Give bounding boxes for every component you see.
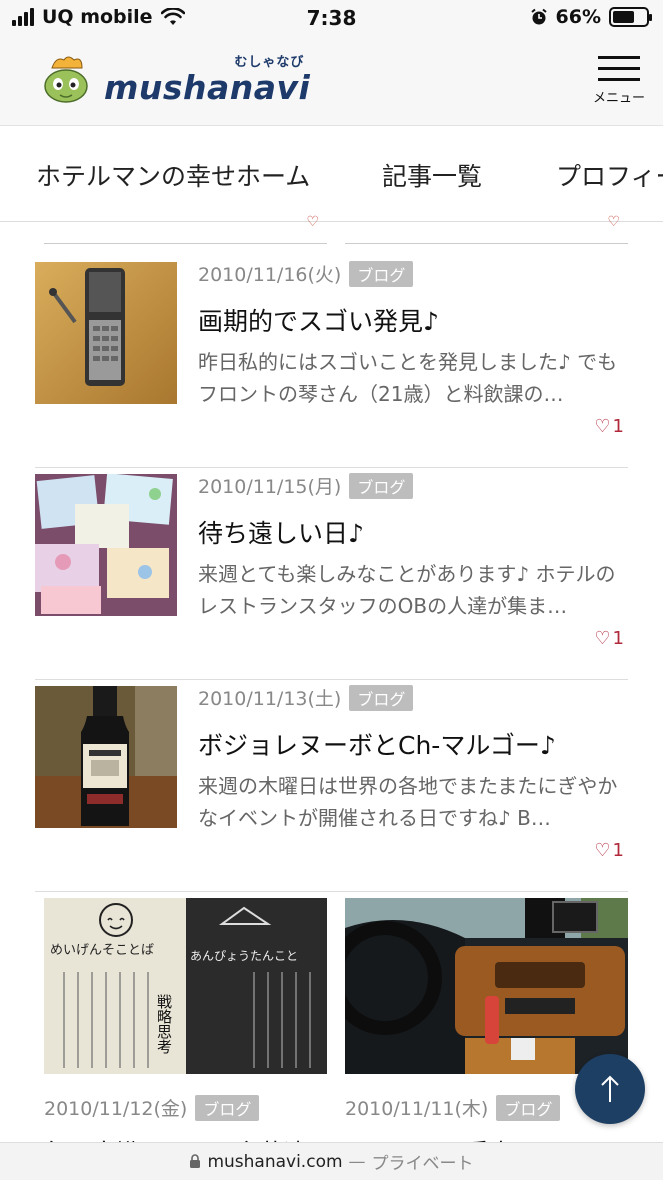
article-title[interactable]: 待ち遠しい日♪ [198,514,364,550]
category-nav: ホテルマンの幸せホーム 記事一覧 プロフィー [0,126,663,222]
article-date: 2010/11/13(土) [198,688,342,710]
partial-card-right: ♡ [345,214,628,244]
article-title[interactable]: ボジョレヌーボとCh-マルゴー♪ [198,726,556,762]
site-header: むしゃなび mushanavi メニュー [0,38,663,126]
category-tag[interactable]: ブログ [195,1094,260,1121]
partial-card-left: ♡ [44,214,327,244]
article-meta: 2010/11/13(土) ブログ [198,684,414,711]
article-excerpt: 来週とても楽しみなことがあります♪ ホテルのレストランスタッフのOBの人達が集ま… [198,562,616,618]
like-count[interactable]: ♡ 1 [594,840,624,861]
logo-ruby: むしゃなび [234,55,305,70]
like-count[interactable]: ♡ 1 [594,416,624,437]
category-tag[interactable]: ブログ [496,1094,561,1121]
like-count-value: 1 [612,840,624,861]
lock-icon [190,1154,201,1168]
article-thumbnail[interactable] [35,474,177,616]
arrow-up-icon [601,1075,619,1102]
nav-item-home[interactable]: ホテルマンの幸せホーム [36,157,310,193]
article-meta: 2010/11/15(月) ブログ [198,472,414,499]
hamburger-icon [587,56,651,81]
battery-fill [613,11,635,23]
site-logo[interactable]: むしゃなび mushanavi [42,54,310,104]
nav-item-profile[interactable]: プロフィー [556,157,663,193]
article-date: 2010/11/15(月) [198,476,342,498]
alarm-icon [530,8,547,25]
card-image-text-left: めいげんそことば [50,943,154,958]
logo-wordmark: むしゃなび mushanavi [104,55,310,104]
card-date: 2010/11/12(金) [44,1098,188,1120]
private-mode-label: プライベート [371,1154,474,1174]
browser-url-bar[interactable]: mushanavi.com — プライベート [0,1142,663,1180]
url-separator: — [348,1151,366,1172]
nav-item-articles[interactable]: 記事一覧 [382,157,482,193]
status-right: 66% [530,6,652,28]
category-tag[interactable]: ブログ [349,472,414,499]
like-count-value: 1 [612,416,624,437]
like-count[interactable]: ♡ 1 [594,628,624,649]
card-image-text-center: 戦略思考 [155,994,173,1054]
category-tag[interactable]: ブログ [349,260,414,287]
heart-icon: ♡ [594,840,611,861]
card-date: 2010/11/11(木) [345,1098,489,1120]
card-thumbnail[interactable]: めいげんそことば あんぴょうたんこと 戦略思考 [44,898,327,1074]
grid-card[interactable]: めいげんそことば あんぴょうたんこと 戦略思考 2010/11/12(金) ブロ… [44,898,327,1168]
article-date: 2010/11/16(火) [198,264,342,286]
article-row[interactable]: 2010/11/13(土) ブログ ボジョレヌーボとCh-マルゴー♪ 来週の木曜… [35,680,628,892]
card-thumbnail[interactable] [345,898,628,1074]
status-bar: UQ mobile 7:38 66% [0,0,663,38]
heart-icon: ♡ [607,214,620,230]
article-thumbnail[interactable] [35,686,177,828]
article-title[interactable]: 画期的でスゴい発見♪ [198,302,439,338]
battery-percent: 66% [555,6,601,28]
menu-button[interactable]: メニュー [587,56,651,106]
card-meta: 2010/11/12(金) ブログ [44,1094,327,1121]
heart-icon: ♡ [306,214,319,230]
article-excerpt: 来週の木曜日は世界の各地でまたまたにぎやかなイベントが開催される日ですね♪ B… [198,774,618,830]
article-excerpt: 昨日私的にはスゴいことを発見しました♪ でもフロントの琴さん（21歳）と料飲課の… [198,350,618,406]
heart-icon: ♡ [594,628,611,649]
article-row[interactable]: 2010/11/16(火) ブログ 画期的でスゴい発見♪ 昨日私的にはスゴいこと… [35,256,628,468]
article-row[interactable]: 2010/11/15(月) ブログ 待ち遠しい日♪ 来週とても楽しみなことがあり… [35,468,628,680]
grid-card[interactable]: 2010/11/11(木) ブログ ニューカセ愛車♪ [345,898,628,1168]
logo-mascot-icon [42,54,90,104]
article-thumbnail[interactable] [35,262,177,404]
battery-icon [609,7,652,27]
heart-icon: ♡ [594,416,611,437]
back-to-top-button[interactable] [575,1054,645,1124]
card-image-text-right: あんぴょうたんこと [190,949,298,963]
article-meta: 2010/11/16(火) ブログ [198,260,414,287]
url-domain: mushanavi.com [207,1151,343,1172]
like-count-value: 1 [612,628,624,649]
menu-label: メニュー [592,91,645,106]
category-tag[interactable]: ブログ [349,684,414,711]
